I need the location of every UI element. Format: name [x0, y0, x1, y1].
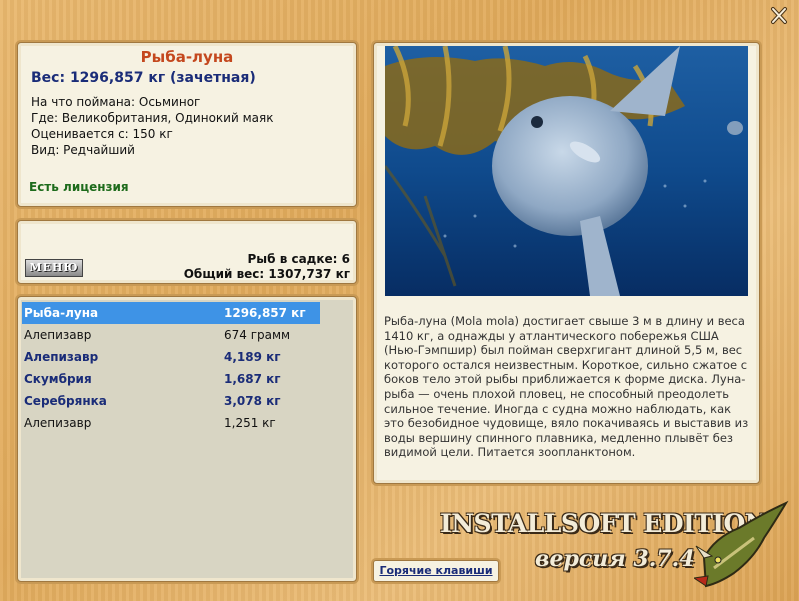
bait-line: На что поймана: Осьминог	[31, 95, 201, 109]
list-item-name: Рыба-луна	[24, 306, 99, 320]
list-item[interactable]: Скумбрия 1,687 кг	[22, 368, 320, 390]
list-item-name: Алепизавр	[24, 328, 92, 342]
kind-line: Вид: Редчайший	[31, 143, 135, 157]
fish-count: Рыб в садке: 6	[247, 252, 351, 266]
list-item-weight: 3,078 кг	[224, 394, 281, 408]
list-item[interactable]: Алепизавр 674 грамм	[22, 324, 320, 346]
cage-panel: МЕНЮ Рыб в садке: 6 Общий вес: 1307,737 …	[17, 220, 357, 284]
list-item-weight: 1296,857 кг	[224, 306, 306, 320]
list-item-weight: 1,687 кг	[224, 372, 281, 386]
list-item-name: Алепизавр	[24, 350, 99, 364]
list-item-name: Алепизавр	[24, 416, 92, 430]
catch-list: Рыба-луна 1296,857 кг Алепизавр 674 грамм Ал…	[22, 302, 320, 434]
cage-stats: Рыб в садке: 6 Общий вес: 1307,737 кг	[184, 252, 350, 282]
close-icon[interactable]	[768, 6, 790, 26]
list-item[interactable]: Алепизавр 1,251 кг	[22, 412, 320, 434]
list-item[interactable]: Алепизавр 4,189 кг	[22, 346, 320, 368]
hotkeys-button[interactable]: Горячие клавиши	[373, 560, 499, 582]
location-line: Где: Великобритания, Одинокий маяк	[31, 111, 274, 125]
list-item-name: Серебрянка	[24, 394, 107, 408]
version-label: версия 3.7.4	[535, 546, 695, 572]
total-weight: Общий вес: 1307,737 кг	[183, 267, 350, 281]
catch-list-panel: Рыба-луна 1296,857 кг Алепизавр 674 грамм Ал…	[17, 296, 357, 582]
license-status: Есть лицензия	[29, 180, 129, 194]
fish-weight: Вес: 1296,857 кг (зачетная)	[31, 70, 256, 86]
description-panel: Рыба-луна (Mola mola) достигает свыше 3 …	[373, 42, 760, 484]
list-item-weight: 674 грамм	[224, 328, 291, 342]
fish-name: Рыба-луна	[140, 48, 234, 66]
sunfish-photo	[383, 44, 748, 296]
value-line: Оценивается с: 150 кг	[31, 127, 173, 141]
fish-details: На что поймана: Осьминог Где: Великобрит…	[31, 94, 273, 158]
list-item-weight: 4,189 кг	[224, 350, 281, 364]
list-item-weight: 1,251 кг	[224, 416, 276, 430]
list-item[interactable]: Рыба-луна 1296,857 кг	[22, 302, 320, 324]
menu-button[interactable]: МЕНЮ	[25, 259, 83, 277]
list-item-name: Скумбрия	[24, 372, 92, 386]
fish-info-panel: Рыба-луна Вес: 1296,857 кг (зачетная) На…	[17, 42, 357, 207]
list-item[interactable]: Серебрянка 3,078 кг	[22, 390, 320, 412]
pike-logo-icon	[692, 498, 790, 590]
fish-description: Рыба-луна (Mola mola) достигает свыше 3 …	[384, 314, 749, 460]
